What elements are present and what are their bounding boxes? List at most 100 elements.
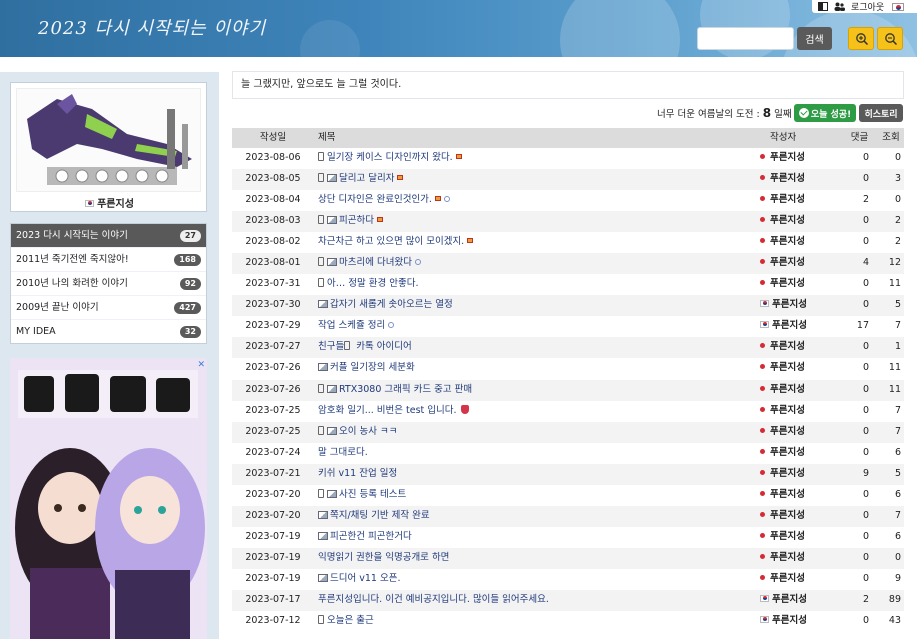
header-title[interactable]: 제목 — [318, 128, 748, 148]
search-button[interactable]: 검색 — [797, 27, 832, 50]
post-author[interactable]: 푸른지성 — [760, 169, 842, 190]
table-row[interactable]: 2023-07-21 키쉬 v11 잔업 일정 푸른지성 9 5 — [232, 463, 904, 485]
post-title[interactable]: 차근차근 하고 있으면 많이 모이겠지. — [318, 232, 748, 253]
profile-name[interactable]: 푸른지성 — [11, 195, 208, 210]
table-row[interactable]: 2023-07-19 드디어 v11 오픈. 푸른지성 0 9 — [232, 569, 904, 590]
post-title[interactable]: 갑자기 새롭게 솟아오르는 열정 — [318, 295, 748, 316]
header-date[interactable]: 작성일 — [232, 128, 314, 148]
table-row[interactable]: 2023-07-25 오이 농사 ㅋㅋ 푸른지성 0 7 — [232, 421, 904, 443]
post-title[interactable]: 사진 등록 테스트 — [318, 485, 748, 506]
post-title[interactable]: RTX3080 그래픽 카드 중고 판매 — [318, 380, 748, 401]
header-author[interactable]: 작성자 — [770, 128, 852, 148]
table-row[interactable]: 2023-08-02 차근차근 하고 있으면 많이 모이겠지. 푸른지성 0 2 — [232, 232, 904, 253]
table-row[interactable]: 2023-08-04 상단 디자인은 완료인것인가. 푸른지성 2 0 — [232, 190, 904, 211]
post-author[interactable]: 푸른지성 — [760, 253, 842, 274]
history-button[interactable]: 히스토리 — [859, 104, 903, 122]
post-title[interactable]: 쪽지/채팅 기반 제작 완료 — [318, 506, 748, 527]
post-title[interactable]: 키쉬 v11 잔업 일정 — [318, 464, 748, 485]
post-author[interactable]: 푸른지성 — [760, 295, 842, 316]
header-comments[interactable]: 댓글 — [846, 128, 873, 148]
table-row[interactable]: 2023-07-20 쪽지/채팅 기반 제작 완료 푸른지성 0 7 — [232, 505, 904, 527]
post-title[interactable]: 드디어 v11 오픈. — [318, 569, 748, 590]
profile-image[interactable] — [16, 88, 201, 192]
table-row[interactable]: 2023-08-05 달리고 달리자 푸른지성 0 3 — [232, 169, 904, 191]
post-title[interactable]: 달리고 달리자 — [318, 169, 748, 190]
post-title[interactable]: 아… 정말 환경 안좋다. — [318, 274, 748, 295]
comment-count: 0 — [862, 341, 869, 353]
post-title[interactable]: 작업 스케쥴 정리 — [318, 316, 748, 337]
post-author[interactable]: 푸른지성 — [760, 527, 842, 548]
post-title[interactable]: 마츠리에 다녀왔다 — [318, 253, 748, 274]
post-author[interactable]: 푸른지성 — [760, 358, 842, 379]
logout-link[interactable]: 로그아웃 — [851, 0, 884, 13]
table-row[interactable]: 2023-07-26 RTX3080 그래픽 카드 중고 판매 푸른지성 0 11 — [232, 379, 904, 401]
table-row[interactable]: 2023-07-17 푸른지성입니다. 이건 예비공지입니다. 많이들 읽어주세요… — [232, 589, 904, 612]
post-title[interactable]: 익명읽기 권한을 익명공개로 하면 — [318, 548, 748, 569]
post-title[interactable]: 피곤하다 — [318, 211, 748, 232]
table-row[interactable]: 2023-07-19 피곤한건 피곤한거다 푸른지성 0 6 — [232, 527, 904, 548]
table-row[interactable]: 2023-07-27 친구들 카톡 아이디어 푸른지성 0 1 — [232, 337, 904, 359]
post-author[interactable]: 푸른지성 — [760, 464, 842, 485]
search-input[interactable] — [697, 27, 794, 50]
close-icon[interactable]: ✕ — [197, 360, 205, 370]
new-post-icon — [376, 217, 383, 223]
post-author[interactable]: 푸른지성 — [760, 190, 842, 211]
category-item[interactable]: 2023 다시 시작되는 이야기 27 — [11, 224, 206, 248]
table-row[interactable]: 2023-08-01 마츠리에 다녀왔다 푸른지성 4 12 — [232, 253, 904, 275]
zoom-out-button[interactable] — [877, 27, 903, 50]
post-title-text: 차근차근 하고 있으면 많이 모이겠지. — [318, 236, 465, 248]
table-row[interactable]: 2023-07-31 아… 정말 환경 안좋다. 푸른지성 0 11 — [232, 274, 904, 295]
mobile-icon — [318, 425, 324, 435]
table-row[interactable]: 2023-07-25 암호화 일기... 비번은 test 입니다. 푸른지성 0 7 — [232, 401, 904, 422]
book-icon[interactable] — [818, 2, 828, 11]
post-title[interactable]: 피곤한건 피곤한거다 — [318, 527, 748, 548]
table-row[interactable]: 2023-07-26 커플 일기장의 세분화 푸른지성 0 11 — [232, 358, 904, 379]
post-title[interactable]: 말 그대로다. — [318, 443, 748, 464]
table-row[interactable]: 2023-07-29 작업 스케쥴 정리 푸른지성 17 7 — [232, 316, 904, 337]
post-author[interactable]: 푸른지성 — [760, 337, 842, 358]
post-author[interactable]: 푸른지성 — [760, 380, 842, 401]
table-row[interactable]: 2023-07-24 말 그대로다. 푸른지성 0 6 — [232, 443, 904, 464]
post-author[interactable]: 푸른지성 — [760, 548, 842, 569]
post-author[interactable]: 푸른지성 — [760, 422, 842, 443]
post-title[interactable]: 커플 일기장의 세분화 — [318, 358, 748, 379]
table-row[interactable]: 2023-07-30 갑자기 새롭게 솟아오르는 열정 푸른지성 0 5 — [232, 295, 904, 317]
post-author[interactable]: 푸른지성 — [760, 401, 842, 422]
post-author[interactable]: 푸른지성 — [760, 232, 842, 253]
header-views[interactable]: 조회 — [878, 128, 904, 148]
post-title[interactable]: 친구들 카톡 아이디어 — [318, 337, 748, 358]
today-success-button[interactable]: 오늘 성공! — [794, 104, 856, 122]
table-row[interactable]: 2023-07-12 오늘은 출근 푸른지성 0 43 — [232, 611, 904, 632]
post-title[interactable]: 오이 농사 ㅋㅋ — [318, 422, 748, 443]
post-author[interactable]: 푸른지성 — [760, 569, 842, 590]
site-title[interactable]: 2023 다시 시작되는 이야기 — [38, 14, 266, 40]
korea-flag-icon[interactable] — [892, 2, 905, 11]
post-author[interactable]: 푸른지성 — [760, 506, 842, 527]
post-author[interactable]: 푸른지성 — [760, 611, 842, 632]
users-icon[interactable] — [834, 2, 845, 11]
table-row[interactable]: 2023-07-19 익명읽기 권한을 익명공개로 하면 푸른지성 0 0 — [232, 547, 904, 569]
category-item[interactable]: 2010년 나의 화려한 이야기 92 — [11, 272, 206, 296]
post-title[interactable]: 상단 디자인은 완료인것인가. — [318, 190, 748, 211]
post-author[interactable]: 푸른지성 — [760, 274, 842, 295]
post-author[interactable]: 푸른지성 — [760, 485, 842, 506]
post-date: 2023-07-25 — [245, 425, 301, 437]
table-row[interactable]: 2023-08-06 일기장 케이스 디자인까지 왔다. 푸른지성 0 0 — [232, 148, 904, 169]
category-item[interactable]: 2009년 끝난 이야기 427 — [11, 296, 206, 320]
ad-banner[interactable]: ✕ — [10, 358, 207, 639]
zoom-in-button[interactable] — [848, 27, 874, 50]
post-title[interactable]: 암호화 일기... 비번은 test 입니다. — [318, 401, 748, 422]
category-item[interactable]: MY IDEA 32 — [11, 320, 206, 344]
post-title[interactable]: 일기장 케이스 디자인까지 왔다. — [318, 148, 748, 169]
category-item[interactable]: 2011년 죽기전엔 죽지않아! 168 — [11, 248, 206, 272]
post-author[interactable]: 푸른지성 — [760, 590, 842, 611]
post-title[interactable]: 오늘은 출근 — [318, 611, 748, 632]
post-author[interactable]: 푸른지성 — [760, 316, 842, 337]
post-author[interactable]: 푸른지성 — [760, 148, 842, 169]
post-author[interactable]: 푸른지성 — [760, 211, 842, 232]
post-title[interactable]: 푸른지성입니다. 이건 예비공지입니다. 많이들 읽어주세요. — [318, 590, 748, 611]
post-author[interactable]: 푸른지성 — [760, 443, 842, 464]
table-row[interactable]: 2023-08-03 피곤하다 푸른지성 0 2 — [232, 211, 904, 233]
table-row[interactable]: 2023-07-20 사진 등록 테스트 푸른지성 0 6 — [232, 485, 904, 506]
profile-box: 푸른지성 — [10, 82, 207, 212]
